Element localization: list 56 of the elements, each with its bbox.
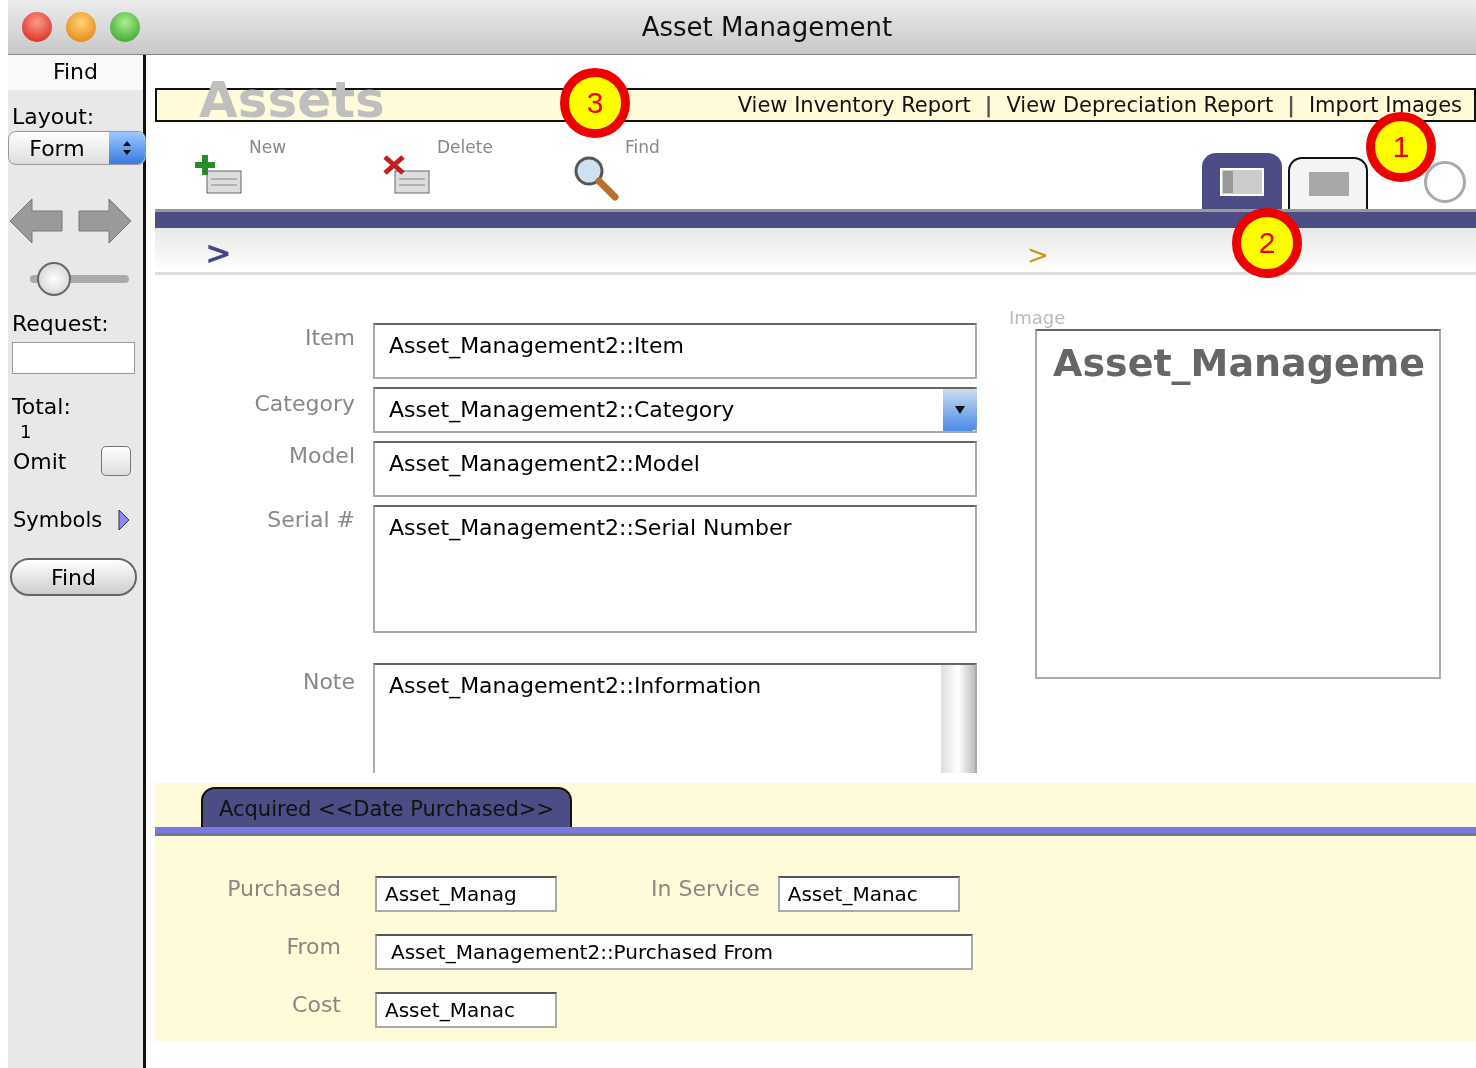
field-label: Cost — [291, 992, 341, 1017]
field-label: In Service — [651, 876, 760, 901]
separator: | — [984, 93, 993, 117]
back-arrow-icon[interactable] — [8, 197, 64, 245]
field-label: Category — [253, 390, 355, 418]
note-field[interactable]: Asset_Management2::Information — [373, 663, 977, 773]
report-link[interactable]: View Depreciation Report — [1006, 93, 1274, 117]
request-field[interactable] — [12, 342, 135, 374]
toolbar-label: Delete — [437, 137, 493, 157]
delete-record-icon[interactable] — [383, 153, 433, 197]
breadcrumb-arrow: > — [1027, 240, 1049, 270]
new-record-icon[interactable] — [195, 153, 245, 197]
total-count: 1 — [19, 420, 33, 442]
text-field[interactable]: Asset_Manac — [777, 876, 960, 912]
layout-popup[interactable]: Form — [8, 131, 146, 165]
text-field[interactable]: Asset_Management2::Purchased From — [375, 934, 973, 970]
text-field[interactable]: Asset_Management2::Item — [373, 323, 977, 379]
window-title: Asset Management — [640, 12, 894, 42]
dropdown-field[interactable]: Asset_Management2::Category — [373, 387, 977, 433]
toolbar-label: Find — [625, 137, 660, 157]
forward-arrow-icon[interactable] — [77, 197, 133, 245]
find-button[interactable]: Find — [10, 558, 137, 596]
field-label: From — [285, 934, 341, 959]
toolbar-label: New — [249, 137, 287, 157]
image-field[interactable]: Asset_Manageme — [1035, 329, 1441, 679]
text-area[interactable]: Asset_Management2::Serial Number — [373, 505, 977, 633]
field-label: Note — [301, 668, 355, 696]
omit-checkbox[interactable] — [101, 446, 131, 476]
text-field[interactable]: Asset_Manag — [375, 876, 557, 912]
text-field[interactable]: Asset_Manac — [375, 992, 557, 1028]
layout-label: Layout: — [11, 103, 96, 129]
report-link[interactable]: View Inventory Report — [737, 93, 971, 117]
scroll-bar[interactable] — [941, 665, 975, 773]
dropdown-arrow-icon — [954, 405, 966, 415]
view-tab[interactable] — [1202, 153, 1282, 209]
stepper-icon — [122, 140, 132, 156]
field-label: Item — [303, 324, 355, 352]
layout-title: Assets — [199, 71, 385, 129]
request-label: Request: — [11, 310, 110, 336]
separator: | — [1287, 93, 1295, 117]
field-label: Purchased — [226, 876, 341, 901]
field-label: Model — [287, 442, 355, 470]
breadcrumb-arrow: > — [205, 234, 232, 272]
omit-label: Omit — [13, 448, 67, 474]
total-label: Total: — [11, 393, 72, 419]
text-field[interactable]: Asset_Management2::Model — [373, 441, 977, 497]
form-view-icon — [1220, 168, 1264, 196]
field-label: Serial # — [266, 506, 355, 534]
callout-marker: 3 — [560, 68, 630, 138]
disclosure-triangle-icon[interactable] — [117, 508, 131, 532]
image-label: Image — [1009, 307, 1066, 328]
record-slider[interactable] — [30, 261, 129, 297]
mode-title: Find — [8, 55, 143, 90]
view-tab[interactable] — [1288, 157, 1368, 209]
close-button[interactable] — [22, 12, 52, 42]
symbols-label: Symbols — [13, 508, 103, 532]
